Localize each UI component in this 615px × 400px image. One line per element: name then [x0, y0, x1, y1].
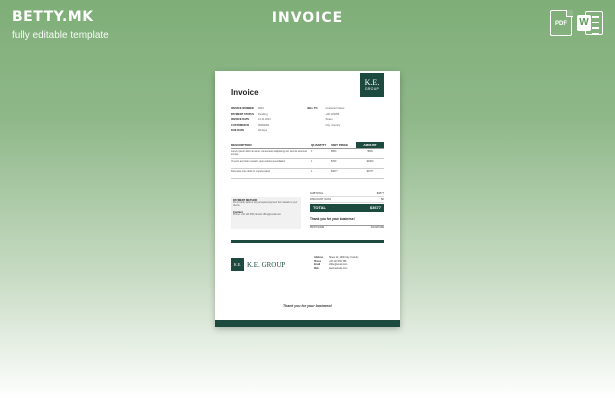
footer-label: Web	[314, 267, 319, 270]
contact-body: Phone: +00 123 456 | Email: office@email…	[233, 213, 281, 216]
bill-to-value: City, Country	[325, 123, 341, 127]
bill-to-labels: BILL TO	[308, 106, 326, 134]
totals-section: PAYMENT METHOD Put in bank, bank or any …	[231, 191, 384, 229]
pdf-label: PDF	[555, 21, 567, 27]
table-row: Duis aute irure dolor in reprehenderit 1…	[231, 169, 384, 179]
item-price: $1677	[331, 169, 338, 173]
total-line: TOTAL $3677	[310, 203, 384, 212]
invoice-footer: K.E. K.E. GROUP Address Phone Email Web …	[231, 257, 384, 272]
signature-line: PRINT NAME SIGNATURE	[310, 224, 384, 229]
col-description: DESCRIPTION	[231, 143, 252, 148]
discount-value: $0	[381, 197, 384, 201]
brand-tagline: fully editable template	[12, 30, 109, 41]
discount-line: DISCOUNT (10%) $0	[310, 197, 384, 203]
word-file-icon[interactable]: W	[577, 10, 603, 36]
totals-box: SUBTOTAL $3677 DISCOUNT (10%) $0 TOTAL $…	[310, 191, 384, 229]
footer-company-name: K.E. GROUP	[247, 260, 286, 269]
signature-label: SIGNATURE	[370, 226, 384, 229]
item-quantity: 1	[311, 149, 313, 153]
thanks-note: Thank you for your business!	[310, 216, 355, 221]
col-amount: AMOUNT	[356, 142, 384, 149]
bill-to-heading: BILL TO	[307, 107, 318, 110]
bill-to-values: Customer Name +00 123456 Street City, Co…	[326, 106, 345, 134]
page-fold-icon	[565, 9, 573, 17]
invoice-details: INVOICE NUMBER PAYMENT STATUS INVOICE DA…	[231, 106, 308, 134]
col-quantity: QUANTITY	[311, 143, 327, 148]
col-unit-price: UNIT PRICE	[331, 143, 349, 148]
table-row: Ut enim ad minim veniam, quis nostrud ex…	[231, 159, 384, 169]
format-icons: PDF W	[550, 9, 603, 36]
total-label: TOTAL	[313, 205, 326, 211]
item-quantity: 1	[311, 159, 313, 163]
word-badge: W	[577, 15, 591, 31]
item-price: $750	[331, 159, 337, 163]
footer-labels: Address Phone Email Web	[314, 257, 329, 271]
subtotal-value: $3677	[376, 191, 384, 195]
logo-word: GROUP	[364, 87, 380, 91]
invoice-detail-labels: INVOICE NUMBER PAYMENT STATUS INVOICE DA…	[231, 106, 258, 134]
invoice-preview[interactable]: K.E. GROUP Invoice INVOICE NUMBER PAYMEN…	[215, 71, 400, 327]
footer-thanks: Thank you for your business!	[282, 304, 332, 308]
pdf-file-icon[interactable]: PDF	[550, 9, 573, 36]
items-table: DESCRIPTION QUANTITY UNIT PRICE AMOUNT L…	[231, 142, 384, 179]
bill-to: BILL TO Customer Name +00 123456 Street …	[308, 106, 385, 134]
item-amount: $1500	[366, 159, 374, 163]
discount-label: DISCOUNT (10%)	[310, 197, 332, 201]
item-amount: $1677	[366, 169, 374, 173]
item-quantity: 1	[311, 169, 313, 173]
footer-logo-mark: K.E.	[231, 258, 244, 272]
item-amount: $500	[367, 149, 373, 153]
footer-contact: Address Phone Email Web Street 12, 1000 …	[314, 257, 384, 271]
meta-value: 12.11.2021	[258, 118, 271, 122]
payment-info: PAYMENT METHOD Put in bank, bank or any …	[231, 196, 301, 229]
print-name-label: PRINT NAME	[310, 226, 325, 229]
footer-value: www.website.com	[329, 267, 348, 270]
footer-values: Street 12, 1000 City, Country +00 123 45…	[329, 257, 358, 271]
table-row: Lorem ipsum dolor sit amet, consectetur …	[231, 149, 384, 159]
company-logo: K.E. GROUP	[360, 73, 384, 97]
bill-to-value: Customer Name	[325, 107, 345, 110]
meta-value: 30 days	[258, 129, 268, 133]
logo-initials: K.E.	[364, 78, 380, 87]
subtotal-label: SUBTOTAL	[310, 191, 324, 195]
meta-label: DUE DATE	[231, 129, 245, 133]
item-price: $500	[331, 149, 337, 153]
bottom-bar	[215, 320, 400, 327]
invoice-meta: INVOICE NUMBER PAYMENT STATUS INVOICE DA…	[231, 106, 384, 134]
footer-logo: K.E. K.E. GROUP	[231, 258, 286, 272]
payment-method-body: Put in bank, bank or any accepted paymen…	[233, 201, 298, 207]
item-description: Ut enim ad minim veniam, quis nostrud ex…	[231, 159, 286, 163]
invoice-detail-values: 0001 Pending 12.11.2021 00000001 30 days	[258, 106, 271, 134]
item-description: Lorem ipsum dolor sit amet, consectetur …	[231, 149, 307, 156]
page-title: INVOICE	[271, 10, 344, 26]
item-description: Duis aute irure dolor in reprehenderit	[231, 169, 270, 173]
divider	[231, 240, 384, 243]
total-value: $3677	[369, 205, 381, 211]
